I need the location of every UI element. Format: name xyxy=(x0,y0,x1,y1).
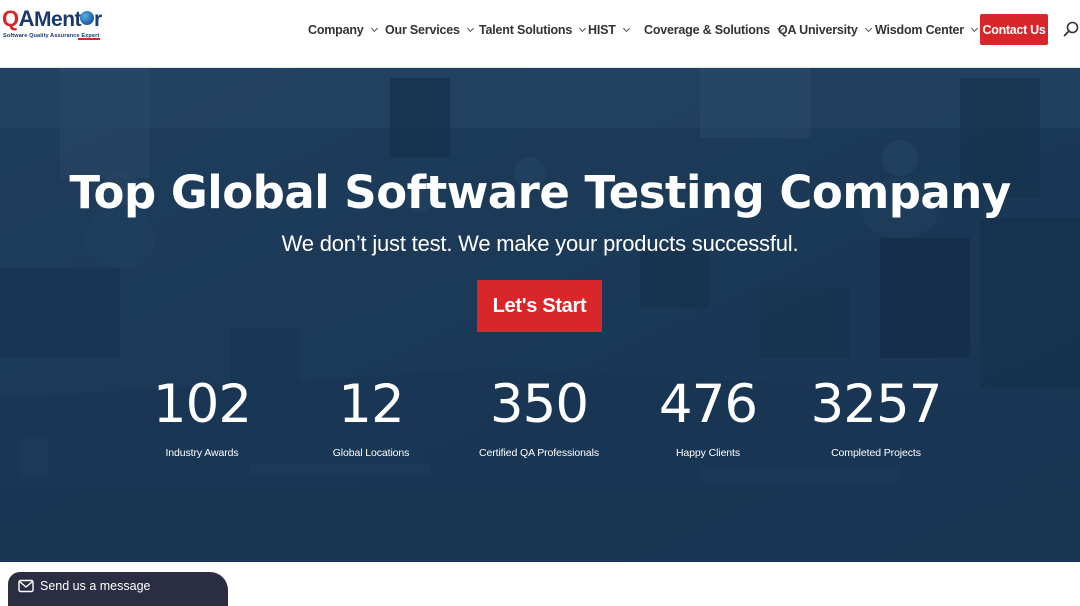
nav-item-hist[interactable]: HIST xyxy=(588,22,630,38)
nav-item-wisdom-center[interactable]: Wisdom Center xyxy=(875,22,979,38)
chevron-down-icon xyxy=(466,24,474,33)
send-message-widget[interactable]: Send us a message xyxy=(8,572,228,606)
site-header: QAMent r Software Quality Assurance Exper… xyxy=(0,0,1080,68)
lets-start-button[interactable]: Let's Start xyxy=(477,280,602,332)
stat-completed-projects: 3257 Completed Projects xyxy=(776,373,976,460)
nav-item-talent-solutions[interactable]: Talent Solutions xyxy=(479,22,587,38)
contact-us-button[interactable]: Contact Us xyxy=(980,14,1048,45)
nav-item-label: Our Services xyxy=(385,23,460,37)
nav-item-label: Coverage & Solutions xyxy=(644,23,770,37)
stat-number: 3257 xyxy=(810,374,943,435)
nav-item-label: HIST xyxy=(588,23,616,37)
chevron-down-icon xyxy=(622,24,630,33)
nav-item-qa-university[interactable]: QA University xyxy=(778,22,872,38)
nav-item-label: QA University xyxy=(778,23,858,37)
nav-item-label: Talent Solutions xyxy=(479,23,573,37)
stat-label: Completed Projects xyxy=(831,447,921,459)
qa-mentor-logo[interactable]: QAMent r Software Quality Assurance Exper… xyxy=(2,6,112,46)
nav-item-coverage-solutions[interactable]: Coverage & Solutions xyxy=(644,22,784,38)
logo-swoosh xyxy=(78,38,100,40)
nav-item-label: Company xyxy=(308,23,364,37)
search-icon[interactable] xyxy=(1063,21,1079,37)
hero-section: Top Global Software Testing Company We d… xyxy=(0,68,1080,562)
chevron-down-icon xyxy=(864,24,872,33)
nav-item-label: Wisdom Center xyxy=(875,23,964,37)
logo-wordmark: QAMent r xyxy=(2,6,102,31)
chevron-down-icon xyxy=(579,24,587,33)
hero-title: Top Global Software Testing Company xyxy=(69,166,1011,219)
globe-icon xyxy=(80,11,95,25)
hero-subtitle: We don’t just test. We make your product… xyxy=(281,231,799,256)
chevron-down-icon xyxy=(370,24,378,33)
chevron-down-icon xyxy=(970,24,979,33)
send-message-label: Send us a message xyxy=(40,579,151,593)
nav-item-company[interactable]: Company xyxy=(308,22,378,38)
envelope-icon xyxy=(18,579,34,593)
nav-item-our-services[interactable]: Our Services xyxy=(385,22,474,38)
